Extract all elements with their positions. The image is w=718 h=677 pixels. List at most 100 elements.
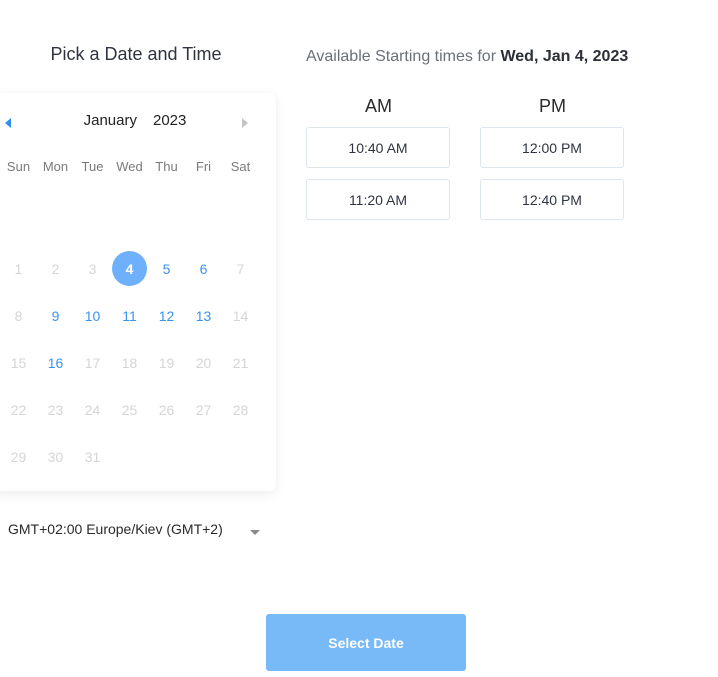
weekday-label: Thu (155, 159, 178, 174)
calendar-day: 23 (37, 386, 74, 433)
calendar-day: 28 (222, 386, 259, 433)
timezone-value: GMT+02:00 Europe/Kiev (GMT+2) (8, 521, 223, 537)
calendar-section-title: Pick a Date and Time (50, 44, 222, 64)
weekday-label: Mon (42, 159, 69, 174)
day-number: 14 (232, 307, 249, 324)
time-slot-button[interactable]: 10:40 AM (306, 127, 450, 168)
day-number: 1 (14, 260, 23, 277)
calendar-day[interactable]: 5 (148, 245, 185, 292)
time-slot-button[interactable]: 11:20 AM (306, 179, 450, 220)
calendar-week-row: 29 30 31 (0, 433, 260, 480)
day-number: 30 (47, 448, 64, 465)
year-label: 2023 (153, 112, 187, 129)
day-number: 31 (84, 448, 101, 465)
day-number: 18 (121, 354, 138, 371)
weekday-header: Sun Mon Tue Wed Thu Fri Sat (0, 159, 260, 174)
day-number: 4 (112, 251, 147, 286)
day-number: 26 (158, 401, 175, 418)
calendar-day[interactable]: 9 (37, 292, 74, 339)
calendar-day: 30 (37, 433, 74, 480)
calendar-day: 1 (0, 245, 37, 292)
day-number: 3 (88, 260, 97, 277)
day-number: 9 (51, 307, 60, 324)
calendar-day: 18 (111, 339, 148, 386)
calendar-day: 31 (74, 433, 111, 480)
calendar-day: 20 (185, 339, 222, 386)
calendar-day: 14 (222, 292, 259, 339)
time-slot-button[interactable]: 12:40 PM (480, 179, 624, 220)
calendar-day-selected[interactable]: 4 (111, 245, 148, 292)
day-number: 17 (84, 354, 101, 371)
timezone-select[interactable]: GMT+02:00 Europe/Kiev (GMT+2) (8, 521, 264, 543)
calendar-day: 19 (148, 339, 185, 386)
day-number: 10 (84, 307, 101, 324)
calendar-day[interactable]: 11 (111, 292, 148, 339)
weekday-label: Sat (230, 159, 251, 174)
weekday-label: Tue (81, 159, 104, 174)
pm-column: PM 12:00 PM 12:40 PM (480, 96, 625, 231)
calendar-day: 24 (74, 386, 111, 433)
calendar-day: 25 (111, 386, 148, 433)
triangle-right-icon (242, 118, 248, 128)
day-number: 22 (10, 401, 27, 418)
calendar-day[interactable]: 6 (185, 245, 222, 292)
calendar: January 2023 Sun Mon Tue Wed Thu Fri Sat … (0, 93, 276, 491)
calendar-day[interactable]: 10 (74, 292, 111, 339)
day-number: 28 (232, 401, 249, 418)
month-label: January (83, 112, 137, 129)
calendar-day: 15 (0, 339, 37, 386)
calendar-day-empty (148, 433, 185, 480)
day-number: 23 (47, 401, 64, 418)
selected-date-label: Wed, Jan 4, 2023 (500, 48, 629, 65)
calendar-header: January 2023 (0, 93, 270, 149)
calendar-day: 2 (37, 245, 74, 292)
day-number: 11 (122, 307, 137, 324)
calendar-day-empty (111, 433, 148, 480)
calendar-day-empty (185, 433, 222, 480)
weekday-label: Fri (195, 159, 212, 174)
weekday-label: Wed (116, 159, 143, 174)
day-number: 24 (84, 401, 101, 418)
calendar-week-row: 15 16 17 18 19 20 21 (0, 339, 260, 386)
calendar-day: 8 (0, 292, 37, 339)
calendar-day: 27 (185, 386, 222, 433)
select-date-button[interactable]: Select Date (266, 614, 466, 671)
calendar-day: 3 (74, 245, 111, 292)
day-number: 16 (47, 354, 64, 371)
day-number: 5 (162, 260, 171, 277)
calendar-week-row: 8 9 10 11 12 13 14 (0, 292, 260, 339)
next-month-button[interactable] (237, 115, 253, 131)
available-times-prefix: Available Starting times for (306, 48, 501, 65)
day-number: 8 (14, 307, 23, 324)
calendar-day: 29 (0, 433, 37, 480)
calendar-day: 17 (74, 339, 111, 386)
calendar-day: 7 (222, 245, 259, 292)
calendar-day[interactable]: 16 (37, 339, 74, 386)
day-number: 12 (158, 307, 175, 324)
calendar-day: 22 (0, 386, 37, 433)
weekday-label: Sun (6, 159, 31, 174)
day-number: 2 (51, 260, 60, 277)
available-times-title: Available Starting times for Wed, Jan 4,… (306, 48, 628, 66)
day-number: 21 (232, 354, 249, 371)
am-column: AM 10:40 AM 11:20 AM (306, 96, 451, 231)
time-slot-button[interactable]: 12:00 PM (480, 127, 624, 168)
caret-down-icon (250, 530, 260, 535)
calendar-day[interactable]: 12 (148, 292, 185, 339)
calendar-day: 21 (222, 339, 259, 386)
day-number: 27 (195, 401, 212, 418)
day-number: 7 (236, 260, 245, 277)
day-number: 29 (10, 448, 27, 465)
calendar-day-empty (222, 433, 259, 480)
am-heading: AM (365, 96, 392, 116)
day-number: 20 (195, 354, 212, 371)
calendar-day[interactable]: 13 (185, 292, 222, 339)
day-grid: 1 2 3 4 5 6 7 8 9 10 11 12 13 14 15 16 17 18 19 20 21 22 23 24 2… (0, 245, 260, 480)
day-number: 6 (199, 260, 208, 277)
day-number: 15 (10, 354, 27, 371)
day-number: 25 (121, 401, 138, 418)
month-year-label: January 2023 (0, 112, 270, 129)
calendar-day: 26 (148, 386, 185, 433)
day-number: 19 (158, 354, 175, 371)
day-number: 13 (195, 307, 212, 324)
